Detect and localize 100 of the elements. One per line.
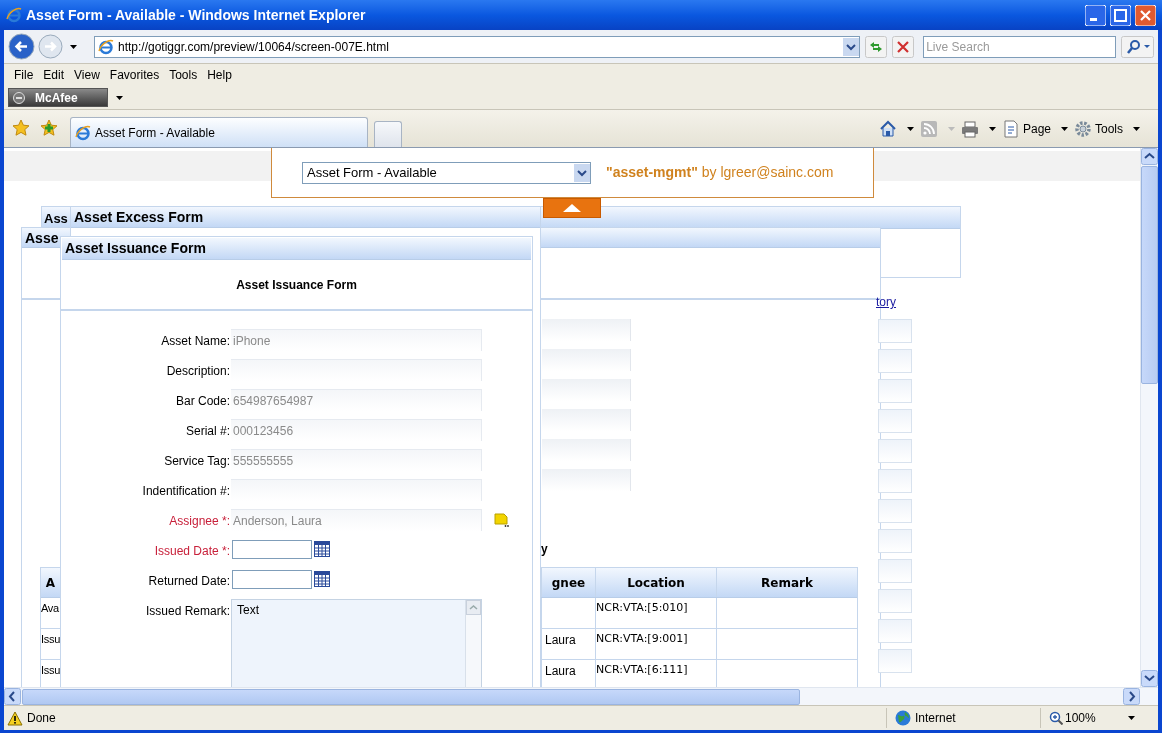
zoom-button[interactable]: 100%: [1040, 708, 1124, 728]
input-field[interactable]: [878, 589, 912, 613]
scroll-up-button[interactable]: [1141, 148, 1158, 165]
input-field[interactable]: [878, 319, 912, 343]
input-field[interactable]: [878, 499, 912, 523]
settings-icon: [1074, 120, 1092, 138]
caret-icon[interactable]: [116, 95, 123, 100]
scroll-left-button[interactable]: [4, 688, 21, 705]
input-field[interactable]: [542, 349, 631, 371]
field-label: Issued Date *:: [153, 543, 230, 560]
field-label: Assignee *:: [168, 513, 230, 530]
input-field[interactable]: [542, 319, 631, 341]
minus-icon: [13, 91, 25, 104]
history-link[interactable]: tory: [876, 293, 896, 311]
caret-icon[interactable]: [70, 44, 77, 49]
scrollbar-thumb[interactable]: [22, 688, 800, 705]
caret-icon[interactable]: [988, 127, 996, 131]
window-title: Asset Excess Form: [71, 207, 540, 228]
dropdown-icon: [574, 163, 590, 182]
input-field[interactable]: [542, 439, 631, 461]
input-field[interactable]: [542, 469, 631, 491]
home-icon[interactable]: [878, 120, 897, 138]
page-icon: [75, 124, 91, 141]
back-button[interactable]: [8, 33, 35, 60]
input-field[interactable]: iPhone: [231, 329, 482, 351]
panel-title: Asse: [25, 229, 59, 248]
scrollbar-thumb[interactable]: [1141, 166, 1158, 384]
remark-field[interactable]: Text: [231, 599, 482, 687]
input-field[interactable]: [878, 469, 912, 493]
zone-text: Internet: [915, 710, 956, 727]
printer-icon[interactable]: [960, 120, 979, 138]
input-field[interactable]: Anderson, Laura: [231, 509, 482, 531]
warning-icon: [7, 710, 23, 726]
feed-icon[interactable]: [919, 120, 938, 138]
stop-button[interactable]: [892, 35, 915, 58]
page-icon: [1001, 120, 1020, 138]
input-field[interactable]: [878, 409, 912, 433]
mcafee-label: McAfee: [35, 89, 78, 107]
zoom-icon: [1049, 711, 1063, 725]
input-field[interactable]: [878, 349, 912, 373]
new-tab-button[interactable]: [374, 121, 402, 147]
input-field[interactable]: [878, 439, 912, 463]
field-label: Serial #:: [184, 423, 230, 440]
command-button[interactable]: Tools: [1074, 120, 1123, 138]
menu-item[interactable]: Edit: [39, 66, 69, 84]
search-button[interactable]: [1121, 35, 1154, 58]
date-field[interactable]: [232, 540, 312, 559]
input-field[interactable]: [231, 359, 482, 381]
input-field[interactable]: [878, 529, 912, 553]
menu-item[interactable]: File: [10, 66, 38, 84]
address-field[interactable]: http://gotiggr.com/preview/10064/screen-007E.html: [94, 35, 861, 58]
triangle-up-icon: [563, 204, 581, 212]
input-field[interactable]: [542, 379, 631, 401]
input-field[interactable]: [878, 379, 912, 403]
field-label: Service Tag:: [163, 453, 230, 470]
input-field[interactable]: [878, 649, 912, 673]
scroll-right-button[interactable]: [1123, 688, 1140, 705]
input-field[interactable]: [878, 559, 912, 583]
menu-item[interactable]: Help: [203, 66, 236, 84]
page-icon: [98, 38, 114, 55]
close-button[interactable]: [1135, 4, 1156, 26]
calendar-icon[interactable]: [314, 571, 330, 587]
browser-tab[interactable]: Asset Form - Available: [70, 117, 368, 147]
caret-icon[interactable]: [1128, 716, 1135, 720]
refresh-button[interactable]: [865, 35, 888, 58]
menu-item[interactable]: View: [70, 66, 104, 84]
table-cell: Issu: [41, 633, 60, 645]
input-field[interactable]: [542, 409, 631, 431]
caret-icon[interactable]: [1133, 127, 1140, 131]
add-favorite-icon[interactable]: [40, 119, 58, 137]
url-text: http://gotiggr.com/preview/10064/screen-007E.html: [118, 38, 390, 56]
field-label: Returned Date:: [147, 573, 230, 590]
command-button[interactable]: Page: [1001, 120, 1051, 138]
dropdown-icon[interactable]: [843, 37, 860, 56]
table-cell: Laura: [545, 633, 576, 647]
collapse-button[interactable]: [543, 198, 601, 218]
table-cell: NCR:VTA:[5:010]: [596, 601, 688, 614]
column-header: Location: [596, 568, 717, 597]
field-label: Issued Remark:: [144, 603, 230, 620]
favorites-star-icon[interactable]: [12, 119, 30, 137]
menu-item[interactable]: Tools: [165, 66, 202, 84]
input-field[interactable]: [878, 619, 912, 643]
window-title: Asset Issuance Form: [62, 238, 531, 260]
field-label: Asset Name:: [160, 333, 230, 350]
caret-icon[interactable]: [1061, 127, 1068, 131]
minimize-button[interactable]: [1085, 4, 1106, 26]
lookup-icon[interactable]: [494, 513, 510, 528]
menu-item[interactable]: Favorites: [105, 66, 164, 84]
input-field[interactable]: [231, 479, 482, 501]
scroll-down-button[interactable]: [1141, 670, 1158, 687]
caret-icon[interactable]: [906, 127, 914, 131]
calendar-icon[interactable]: [314, 541, 330, 557]
table-cell: NCR:VTA:[6:111]: [596, 663, 688, 676]
column-header: Remark: [717, 568, 858, 597]
mcafee-button[interactable]: McAfee: [8, 88, 108, 107]
date-field[interactable]: [232, 570, 312, 589]
maximize-button[interactable]: [1110, 4, 1131, 26]
search-field[interactable]: Live Search: [923, 35, 1116, 58]
form-select[interactable]: Asset Form - Available: [302, 161, 591, 184]
browser-logo-icon: [6, 7, 22, 23]
